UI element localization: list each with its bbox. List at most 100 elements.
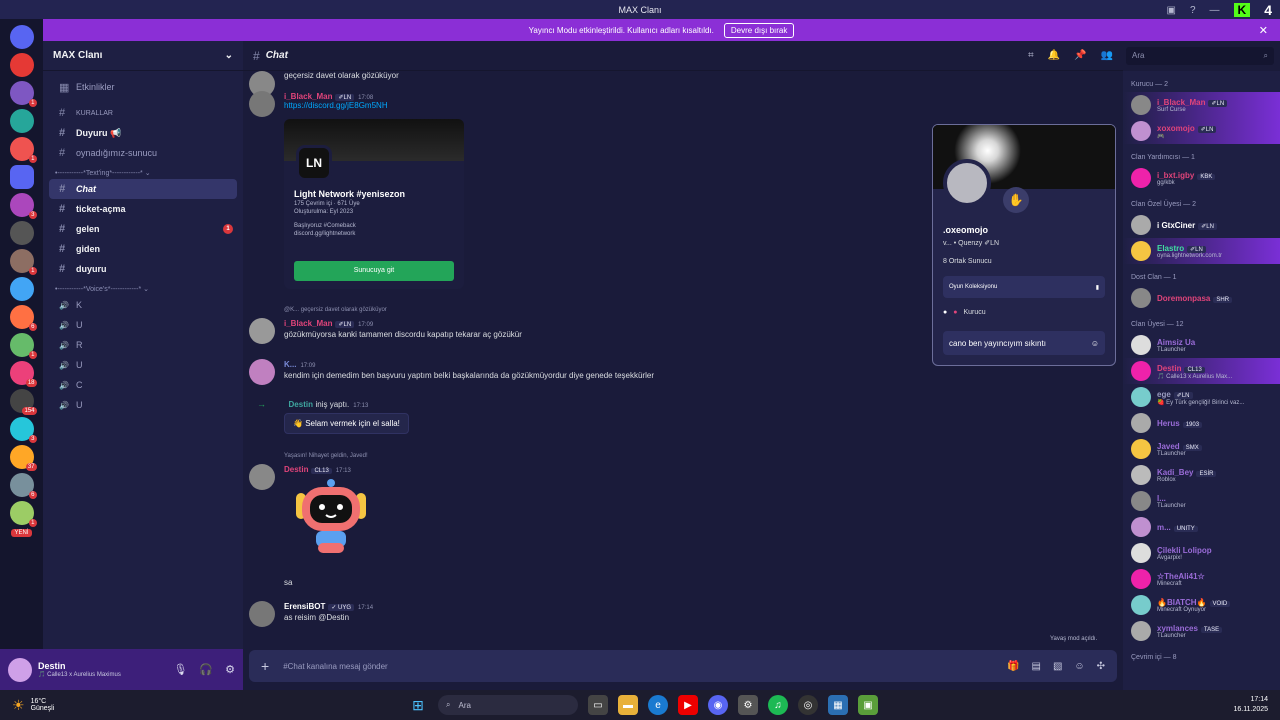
member-item[interactable]: xoxomojo ✐LN 🎮 bbox=[1123, 118, 1280, 144]
server-icon[interactable] bbox=[9, 109, 34, 133]
server-icon[interactable]: 1 bbox=[9, 333, 37, 359]
member-item[interactable]: Herus 1903 bbox=[1123, 410, 1280, 436]
monitor-icon[interactable]: ▣ bbox=[1167, 5, 1176, 16]
edge-icon[interactable]: e bbox=[648, 695, 668, 715]
add-icon[interactable]: + bbox=[261, 658, 269, 674]
apps-icon[interactable]: ✣ bbox=[1097, 661, 1105, 672]
avatar[interactable] bbox=[249, 359, 275, 385]
folder-icon[interactable]: ▬ bbox=[618, 695, 638, 715]
channel-item[interactable]: 🔊 C bbox=[49, 375, 237, 395]
help-icon[interactable]: ? bbox=[1190, 5, 1196, 16]
username[interactable]: ErensiBOT bbox=[284, 602, 325, 611]
channel-item[interactable]: # ticket-açma bbox=[49, 199, 237, 219]
server-icon[interactable]: 154 bbox=[9, 389, 37, 415]
settings-icon[interactable]: ⚙ bbox=[738, 695, 758, 715]
username[interactable]: K... bbox=[284, 360, 296, 369]
channel-item[interactable]: 🔊 U bbox=[49, 315, 237, 335]
task-view-icon[interactable]: ▭ bbox=[588, 695, 608, 715]
member-item[interactable]: Destin CL13 🎵 Calle13 x Aurelius Max... bbox=[1123, 358, 1280, 384]
minimize-icon[interactable]: — bbox=[1210, 5, 1220, 16]
member-item[interactable]: Aimsiz Ua TLauncher bbox=[1123, 332, 1280, 358]
server-icon[interactable]: 6 bbox=[9, 305, 37, 331]
message-input[interactable]: #Chat kanalına mesaj gönder bbox=[283, 662, 388, 671]
minecraft-icon[interactable]: ▣ bbox=[858, 695, 878, 715]
wave-icon[interactable]: ✋ bbox=[1003, 187, 1029, 213]
headphones-icon[interactable]: 🎧 bbox=[199, 663, 213, 676]
members-icon[interactable]: 👥 bbox=[1101, 50, 1113, 61]
username[interactable]: Destin bbox=[284, 465, 308, 474]
gear-icon[interactable]: ⚙ bbox=[225, 663, 235, 676]
channel-item[interactable]: # duyuru bbox=[49, 259, 237, 279]
avatar[interactable] bbox=[249, 91, 275, 117]
member-item[interactable]: ☆TheAli41☆ Minecraft bbox=[1123, 566, 1280, 592]
mutual-servers[interactable]: 8 Ortak Sunucu bbox=[943, 258, 992, 265]
member-item[interactable]: ege ✐LN 🍓 Ey Türk gençliği! Birinci vaz... bbox=[1123, 384, 1280, 410]
pin-icon[interactable]: 📌 bbox=[1074, 50, 1086, 61]
server-header[interactable]: MAX Clanı ⌄ bbox=[43, 41, 243, 71]
member-item[interactable]: 🔥BIATCH🔥 VOID Minecraft Oynuyor bbox=[1123, 592, 1280, 618]
steam-icon[interactable]: ◎ bbox=[798, 695, 818, 715]
avatar[interactable] bbox=[249, 318, 275, 344]
server-icon[interactable] bbox=[9, 277, 34, 301]
server-icon[interactable] bbox=[9, 165, 34, 189]
start-icon[interactable]: ⊞ bbox=[408, 695, 428, 715]
threads-icon[interactable]: ⌗ bbox=[1028, 50, 1034, 61]
youtube-icon[interactable]: ▶ bbox=[678, 695, 698, 715]
events-item[interactable]: ▦ Etkinlikler bbox=[49, 77, 237, 97]
server-icon[interactable]: 3 bbox=[9, 417, 37, 443]
search-input[interactable]: Ara ⌕ bbox=[1126, 47, 1274, 65]
gift-icon[interactable]: 🎁 bbox=[1007, 661, 1019, 672]
discord-icon[interactable]: ◉ bbox=[708, 695, 728, 715]
username[interactable]: i_Black_Man bbox=[284, 92, 332, 101]
member-item[interactable]: l... TLauncher bbox=[1123, 488, 1280, 514]
avatar[interactable] bbox=[943, 159, 991, 207]
server-icon[interactable]: 6 bbox=[9, 473, 37, 499]
avatar[interactable] bbox=[8, 657, 32, 682]
channel-item[interactable]: 🔊 R bbox=[49, 335, 237, 355]
server-icon[interactable]: 1 bbox=[9, 137, 37, 163]
member-item[interactable]: Javed SMX TLauncher bbox=[1123, 436, 1280, 462]
taskbar-search[interactable]: ⌕ Ara bbox=[438, 695, 578, 715]
join-server-button[interactable]: Sunucuya git bbox=[294, 261, 454, 281]
username[interactable]: Destin bbox=[289, 400, 313, 409]
close-icon[interactable]: ✕ bbox=[1259, 24, 1268, 37]
member-item[interactable]: Çilekli Lolipop Avgarpix! bbox=[1123, 540, 1280, 566]
clock[interactable]: 17:14 16.11.2025 bbox=[1233, 695, 1268, 715]
channel-category[interactable]: •-----------*Voice's*------------* ⌄ bbox=[43, 279, 243, 295]
bell-icon[interactable]: 🔔 bbox=[1048, 50, 1060, 61]
photos-icon[interactable]: ▦ bbox=[828, 695, 848, 715]
discord-home-icon[interactable] bbox=[9, 25, 34, 49]
member-item[interactable]: Kadi_Bey ESİR Roblox bbox=[1123, 462, 1280, 488]
channel-item[interactable]: # gelen 1 bbox=[49, 219, 237, 239]
sticker-icon[interactable]: ▧ bbox=[1053, 661, 1062, 672]
server-icon[interactable]: 1 bbox=[9, 81, 37, 107]
message-input[interactable]: cano ben yayıncıyım sıkıntı ☺ bbox=[943, 331, 1105, 355]
server-icon[interactable]: 1 bbox=[9, 249, 37, 275]
server-icon[interactable]: 18 bbox=[9, 361, 37, 387]
server-icon[interactable]: 1 bbox=[9, 501, 37, 527]
emoji-icon[interactable]: ☺ bbox=[1074, 661, 1084, 672]
username[interactable]: i_Black_Man bbox=[284, 319, 332, 328]
member-item[interactable]: m... UNITY bbox=[1123, 514, 1280, 540]
channel-category[interactable]: •-----------*Text'ing*------------* ⌄ bbox=[43, 163, 243, 179]
spotify-icon[interactable]: ♫ bbox=[768, 695, 788, 715]
emoji-icon[interactable]: ☺ bbox=[1091, 339, 1099, 348]
member-item[interactable]: i_Black_Man ✐LN Surf Curse bbox=[1123, 92, 1280, 118]
wave-button[interactable]: 👋 Selam vermek için el salla! bbox=[284, 413, 409, 434]
weather-widget[interactable]: ☀ 16°C Güneşli bbox=[0, 697, 54, 714]
channel-item[interactable]: # giden bbox=[49, 239, 237, 259]
channel-item[interactable]: # oynadığımız-sunucu bbox=[49, 143, 237, 163]
channel-item[interactable]: 🔊 U bbox=[49, 355, 237, 375]
server-icon[interactable] bbox=[9, 53, 34, 77]
microphone-icon[interactable]: 🎙 bbox=[173, 663, 187, 676]
member-item[interactable]: xymlances TASE TLauncher bbox=[1123, 618, 1280, 644]
channel-item[interactable]: # Chat bbox=[49, 179, 237, 199]
channel-item[interactable]: 🔊 U bbox=[49, 395, 237, 415]
member-item[interactable]: Doremonpasa SHR bbox=[1123, 285, 1280, 311]
member-item[interactable]: Elastro ✐LN oyna.lightnetwork.com.tr bbox=[1123, 238, 1280, 264]
gif-icon[interactable]: ▤ bbox=[1031, 661, 1040, 672]
server-icon[interactable]: 37 bbox=[9, 445, 37, 471]
channel-item[interactable]: # Duyuru 📢 bbox=[49, 123, 237, 143]
message-link[interactable]: https://discord.gg/jE8Gm5NH bbox=[243, 101, 1123, 110]
member-item[interactable]: i GtxCiner ✐LN bbox=[1123, 212, 1280, 238]
